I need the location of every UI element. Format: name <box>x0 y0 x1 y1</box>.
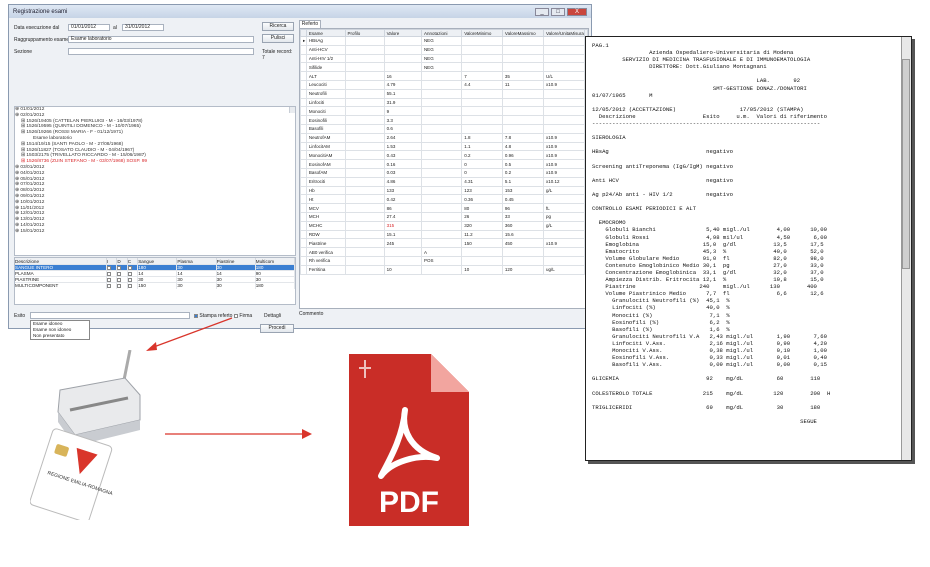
card-reader-image: REGIONE EMILIA-ROMAGNA <box>30 350 141 520</box>
pdf-icon: PDF <box>349 354 469 526</box>
report-scrollbar[interactable] <box>901 37 911 460</box>
pdf-label: PDF <box>379 486 439 519</box>
report-scroll-thumb[interactable] <box>902 59 910 269</box>
arrow-to-reader <box>150 317 233 349</box>
printed-report: PAG.1 Azienda Ospedaliero-Universitaria … <box>585 36 912 461</box>
report-text: PAG.1 Azienda Ospedaliero-Universitaria … <box>592 42 831 425</box>
arrow-head-pdf <box>302 429 312 439</box>
